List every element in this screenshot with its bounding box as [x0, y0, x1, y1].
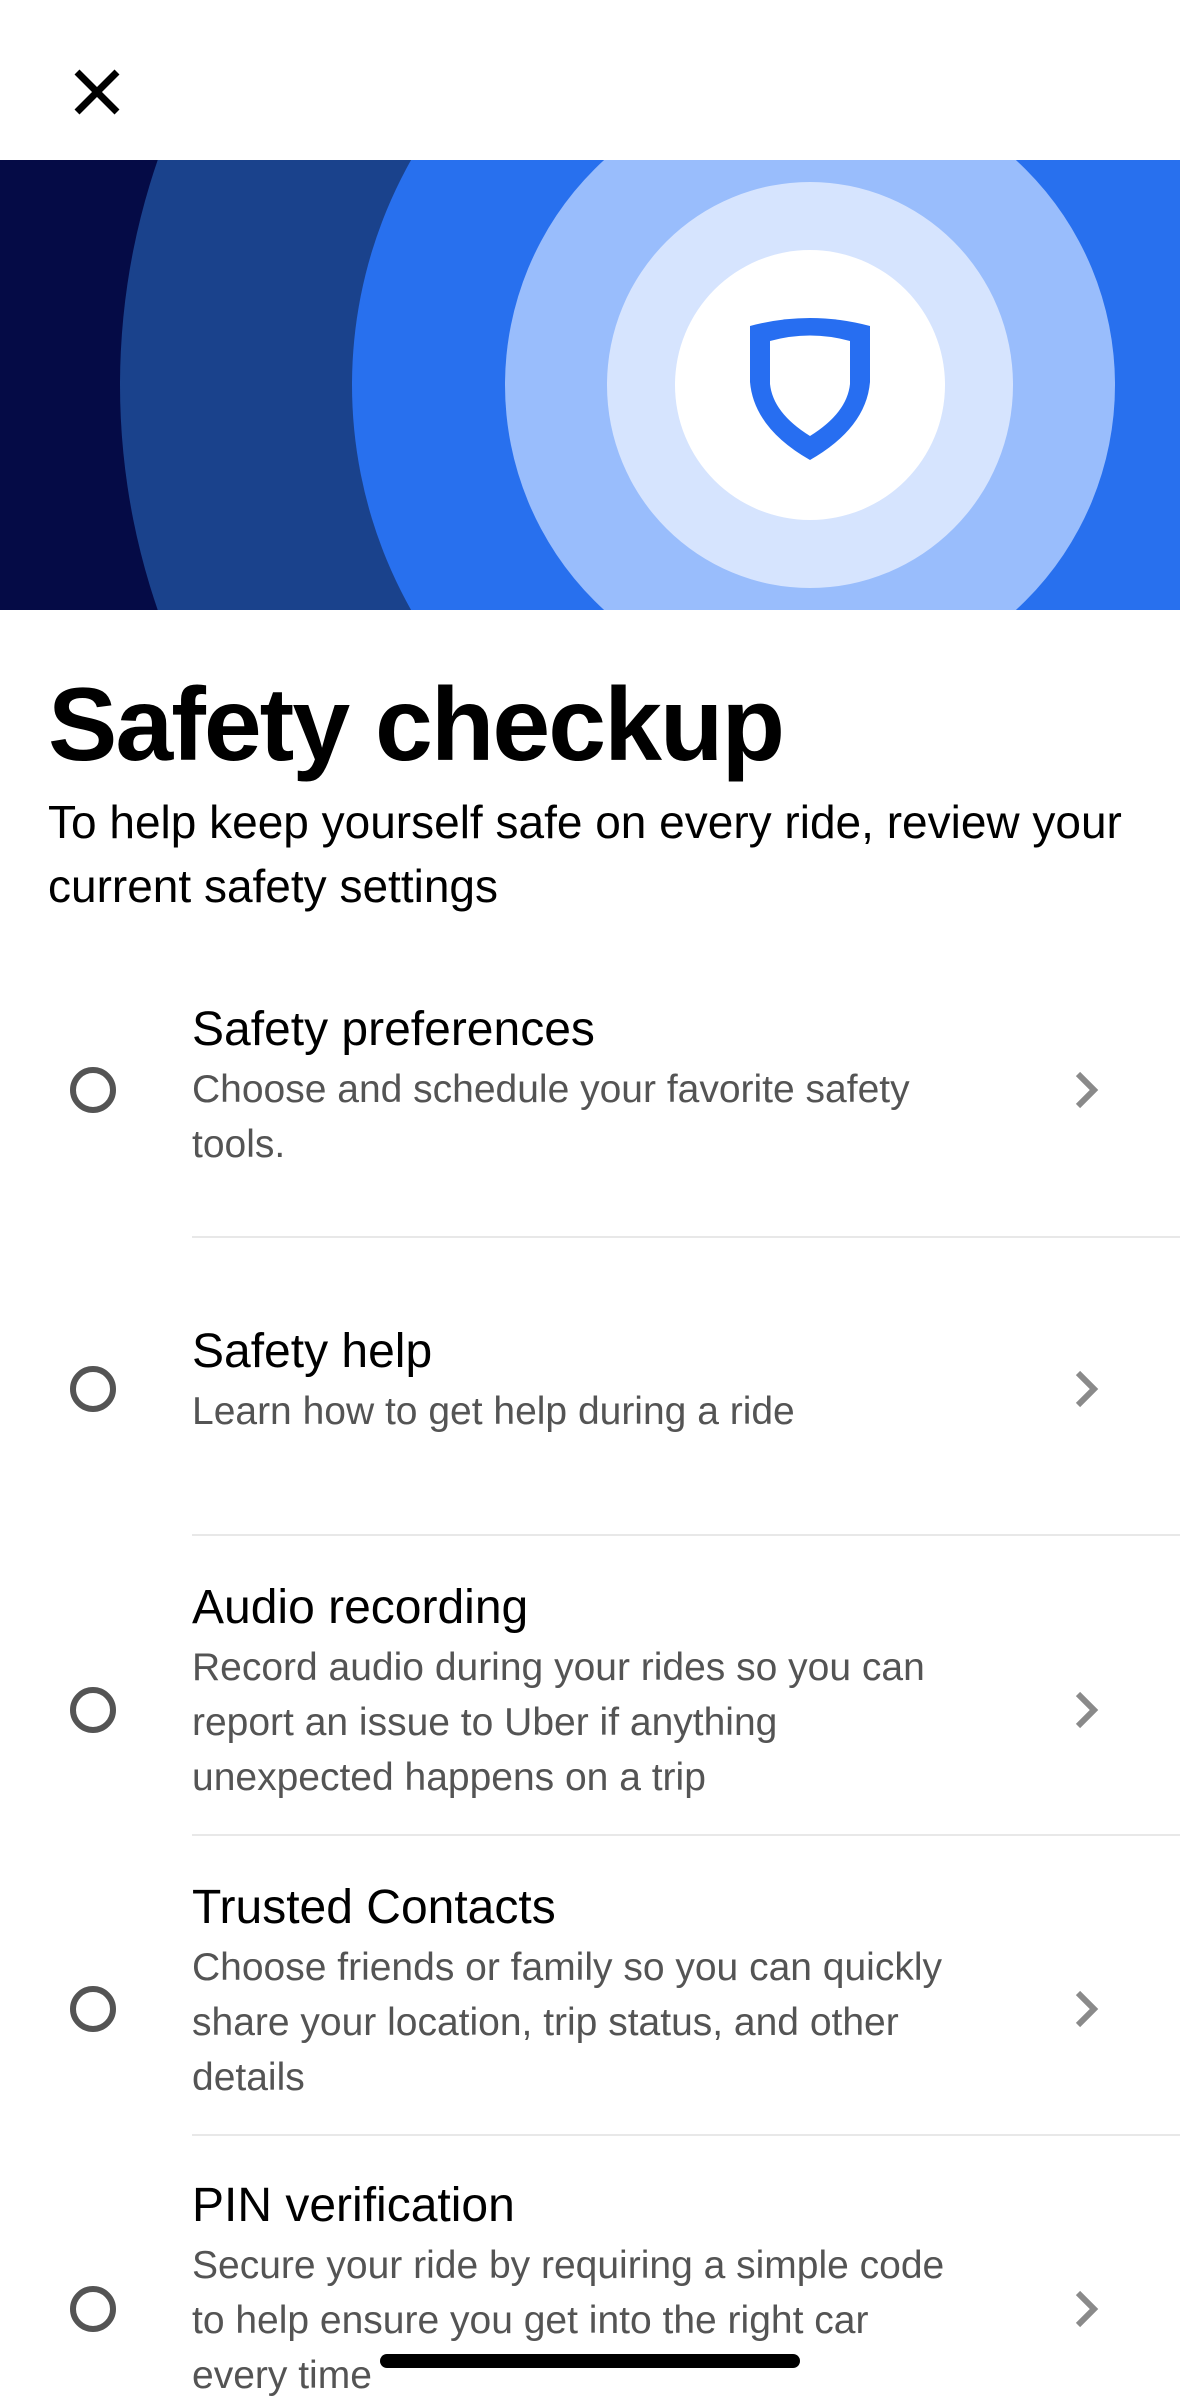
- chevron-right-icon: [1066, 1367, 1106, 1411]
- list-item-safety-preferences[interactable]: Safety preferences Choose and schedule y…: [0, 1000, 1180, 1180]
- item-title: Safety help: [192, 1325, 433, 1378]
- list-item-trusted-contacts[interactable]: Trusted Contacts Choose friends or famil…: [0, 1878, 1180, 2108]
- hero-banner: [0, 160, 1180, 610]
- page-subtitle: To help keep yourself safe on every ride…: [48, 796, 1122, 912]
- list-item-safety-help[interactable]: Safety help Learn how to get help during…: [0, 1322, 1180, 1472]
- close-icon: [74, 69, 120, 115]
- radio-button[interactable]: [70, 1687, 116, 1733]
- radio-button[interactable]: [70, 1366, 116, 1412]
- item-title: Audio recording: [192, 1581, 529, 1634]
- list-item-audio-recording[interactable]: Audio recording Record audio during your…: [0, 1578, 1180, 1808]
- divider: [192, 2134, 1180, 2136]
- item-description: Learn how to get help during a ride: [192, 1390, 795, 1433]
- home-indicator: [380, 2354, 800, 2368]
- radio-button[interactable]: [70, 2286, 116, 2332]
- item-description: Secure your ride by requiring a simple c…: [192, 2244, 945, 2397]
- page-title: Safety checkup: [48, 667, 785, 783]
- item-title: Safety preferences: [192, 1003, 595, 1056]
- divider: [192, 1834, 1180, 1836]
- item-text: Safety preferences Choose and schedule y…: [192, 1000, 952, 1172]
- top-bar: [0, 0, 1180, 160]
- item-description: Choose and schedule your favorite safety…: [192, 1068, 910, 1166]
- item-description: Choose friends or family so you can quic…: [192, 1946, 943, 2099]
- radio-button[interactable]: [70, 1067, 116, 1113]
- item-text: Audio recording Record audio during your…: [192, 1578, 952, 1805]
- item-text: Safety help Learn how to get help during…: [192, 1322, 952, 1439]
- item-description: Record audio during your rides so you ca…: [192, 1646, 925, 1799]
- radio-button[interactable]: [70, 1986, 116, 2032]
- chevron-right-icon: [1066, 1068, 1106, 1112]
- item-title: Trusted Contacts: [192, 1881, 556, 1934]
- concentric-rings-illustration: [0, 160, 1180, 610]
- item-title: PIN verification: [192, 2179, 515, 2232]
- chevron-right-icon: [1066, 1987, 1106, 2031]
- item-text: PIN verification Secure your ride by req…: [192, 2176, 952, 2403]
- divider: [192, 1236, 1180, 1238]
- close-button[interactable]: [62, 57, 132, 127]
- chevron-right-icon: [1066, 2287, 1106, 2331]
- divider: [192, 1534, 1180, 1536]
- chevron-right-icon: [1066, 1688, 1106, 1732]
- item-text: Trusted Contacts Choose friends or famil…: [192, 1878, 952, 2105]
